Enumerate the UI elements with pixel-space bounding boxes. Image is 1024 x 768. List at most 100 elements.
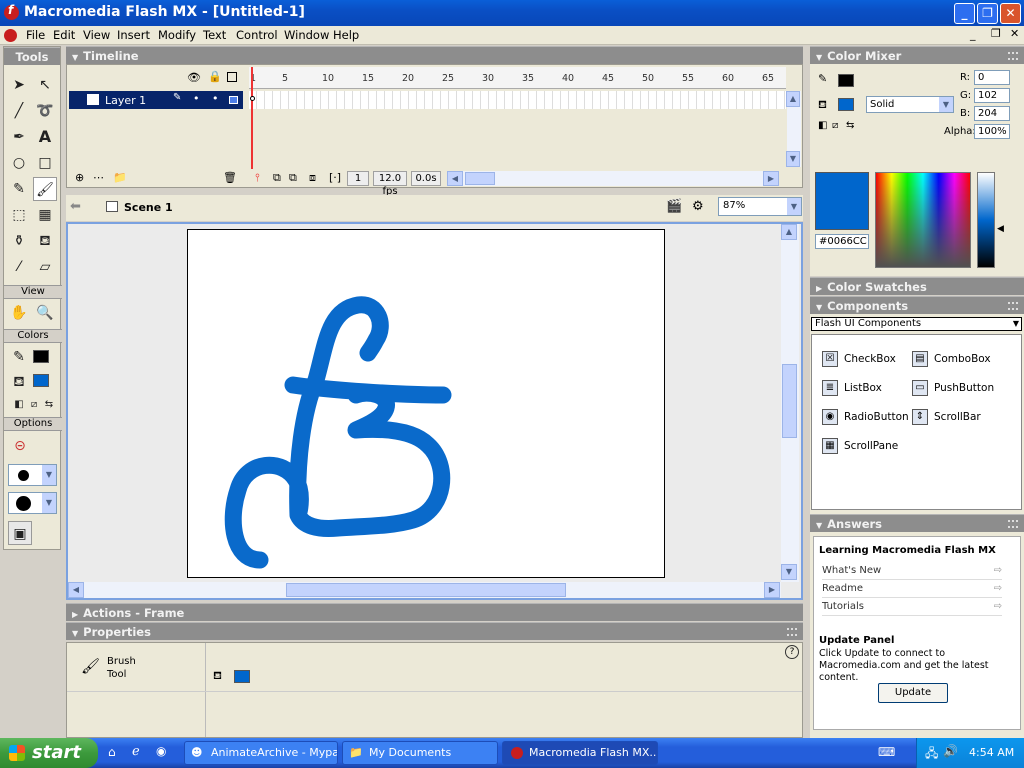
stage-area[interactable]: ▲ ▼ ◀ ▶	[66, 222, 803, 600]
menu-view[interactable]: View	[83, 28, 110, 42]
quicklaunch-media-icon[interactable]: ◉	[156, 744, 166, 758]
add-folder-icon[interactable]: 📁	[113, 171, 127, 184]
flash-app-icon[interactable]	[4, 3, 19, 20]
eyedropper-tool-icon[interactable]: ⁄	[7, 255, 31, 279]
default-colors-icon[interactable]: ◧	[818, 120, 827, 131]
component-pushbutton[interactable]: ▭ PushButton	[912, 380, 994, 396]
line-tool-icon[interactable]: ╱	[7, 99, 31, 123]
component-scrollbar[interactable]: ⇕ ScrollBar	[912, 409, 981, 425]
brush-mode-icon[interactable]: ⊝	[8, 434, 32, 458]
scroll-up-icon[interactable]: ▲	[781, 224, 797, 240]
actions-panel-header[interactable]: ▶ Actions - Frame	[66, 603, 803, 621]
scroll-down-icon[interactable]: ▼	[781, 564, 797, 580]
zoom-tool-icon[interactable]: 🔍	[33, 301, 57, 325]
layer-row[interactable]: Layer 1 ✎ • •	[69, 91, 243, 109]
menu-modify[interactable]: Modify	[158, 28, 196, 42]
readme-link[interactable]: Readme ⇨	[822, 581, 1002, 598]
help-icon[interactable]: ?	[785, 645, 799, 659]
network-icon[interactable]: 🖧	[925, 744, 938, 765]
menu-insert[interactable]: Insert	[117, 28, 150, 42]
panel-options-icon[interactable]	[1008, 520, 1018, 528]
brush-tool-icon[interactable]: 🖌	[33, 177, 57, 201]
swap-colors-icon[interactable]: ⇆	[846, 120, 854, 131]
stage-vscroll[interactable]: ▲ ▼	[781, 224, 799, 582]
brightness-slider[interactable]	[977, 172, 995, 268]
outline-icon[interactable]	[227, 72, 237, 82]
quicklaunch-ie-icon[interactable]: ℯ	[132, 744, 140, 759]
text-tool-icon[interactable]: A	[33, 125, 57, 149]
hscroll-thumb[interactable]	[465, 172, 495, 185]
doc-close-button[interactable]: ✕	[1010, 27, 1019, 40]
free-transform-tool-icon[interactable]: ⬚	[7, 203, 31, 227]
restore-button[interactable]: ❐	[977, 3, 998, 24]
component-listbox[interactable]: ≣ ListBox	[822, 380, 882, 396]
edit-scene-icon[interactable]: 🎬	[666, 199, 682, 214]
taskbar-item-my-documents[interactable]: 📁 My Documents	[342, 741, 498, 765]
mixer-stroke-swatch[interactable]	[838, 74, 854, 87]
doc-restore-button[interactable]: ❐	[991, 27, 1001, 40]
back-arrow-icon[interactable]: ⬅	[70, 199, 81, 214]
component-combobox[interactable]: ▤ ComboBox	[912, 351, 991, 367]
volume-icon[interactable]: 🔊	[943, 744, 958, 758]
playhead[interactable]	[251, 67, 253, 179]
lasso-tool-icon[interactable]: ➰	[33, 99, 57, 123]
rectangle-tool-icon[interactable]: □	[33, 151, 57, 175]
green-field[interactable]: 102	[974, 88, 1010, 103]
vscroll-thumb[interactable]	[782, 364, 797, 438]
doc-minimize-button[interactable]: _	[970, 28, 976, 41]
component-set-dropdown[interactable]: Flash UI Components ▼	[811, 317, 1022, 331]
brush-size-dropdown[interactable]: ▼	[8, 464, 57, 486]
arrow-tool-icon[interactable]: ➤	[7, 73, 31, 97]
scroll-down-icon[interactable]: ▼	[786, 151, 800, 167]
taskbar-item-flash[interactable]: Macromedia Flash MX...	[502, 741, 658, 765]
properties-panel-header[interactable]: ▼ Properties	[66, 622, 803, 640]
tutorials-link[interactable]: Tutorials ⇨	[822, 599, 1002, 616]
hand-tool-icon[interactable]: ✋	[7, 301, 31, 325]
fill-style-dropdown[interactable]: Solid ▼	[866, 96, 954, 113]
scroll-right-icon[interactable]: ▶	[763, 171, 779, 186]
color-mixer-header[interactable]: ▼ Color Mixer	[810, 46, 1024, 64]
swap-colors-icon[interactable]: ⇆	[37, 393, 61, 417]
red-field[interactable]: 0	[974, 70, 1010, 85]
slider-arrow-icon[interactable]: ◀	[997, 224, 1004, 234]
minimize-button[interactable]: _	[954, 3, 975, 24]
quicklaunch-desktop-icon[interactable]: ⌂	[108, 745, 116, 759]
hscroll-thumb[interactable]	[286, 583, 566, 597]
add-guide-layer-icon[interactable]: ⋯	[93, 171, 104, 184]
panel-options-icon[interactable]	[787, 628, 797, 636]
update-button[interactable]: Update	[878, 683, 948, 703]
paint-bucket-tool-icon[interactable]: ⛾	[33, 229, 57, 253]
fill-transform-tool-icon[interactable]: ▦	[33, 203, 57, 227]
answers-header[interactable]: ▼ Answers	[810, 514, 1024, 532]
frame-rate-field[interactable]: 12.0 fps	[373, 171, 407, 197]
component-radiobutton[interactable]: ◉ RadioButton	[822, 409, 909, 425]
pencil-tool-icon[interactable]: ✎	[7, 177, 31, 201]
frame-ruler[interactable]: 1 5 10 15 20 25 30 35 40 45 50 55 60 65	[249, 67, 786, 89]
scroll-up-icon[interactable]: ▲	[786, 91, 800, 107]
color-swatches-header[interactable]: ▶ Color Swatches	[810, 277, 1024, 295]
lock-icon[interactable]: 🔒	[208, 70, 222, 83]
stage-canvas[interactable]	[187, 229, 665, 578]
pen-tool-icon[interactable]: ✒	[7, 125, 31, 149]
brush-drawing[interactable]	[188, 230, 664, 577]
menu-window[interactable]: Window	[284, 28, 329, 42]
alpha-field[interactable]: 100%	[974, 124, 1010, 139]
subselect-tool-icon[interactable]: ↖	[33, 73, 57, 97]
lock-fill-icon[interactable]: ▣	[8, 521, 32, 545]
menu-text[interactable]: Text	[203, 28, 226, 42]
document-icon[interactable]	[4, 29, 17, 42]
stroke-color-swatch[interactable]	[33, 350, 49, 363]
mixer-fill-swatch[interactable]	[838, 98, 854, 111]
trash-icon[interactable]: 🗑	[223, 171, 237, 184]
no-color-icon[interactable]: ⧄	[832, 120, 838, 131]
keyframe-icon[interactable]	[250, 96, 255, 101]
visibility-dot-icon[interactable]: •	[193, 92, 200, 105]
frame-grid[interactable]	[249, 91, 786, 109]
lock-dot-icon[interactable]: •	[212, 92, 219, 105]
add-layer-icon[interactable]: ⊕	[75, 171, 84, 184]
center-frame-icon[interactable]: ⫯	[255, 171, 260, 185]
eraser-tool-icon[interactable]: ▱	[33, 255, 57, 279]
scroll-left-icon[interactable]: ◀	[68, 582, 84, 598]
scroll-left-icon[interactable]: ◀	[447, 171, 463, 186]
taskbar-item-mypal[interactable]: ☻ AnimateArchive - Mypal	[184, 741, 338, 765]
